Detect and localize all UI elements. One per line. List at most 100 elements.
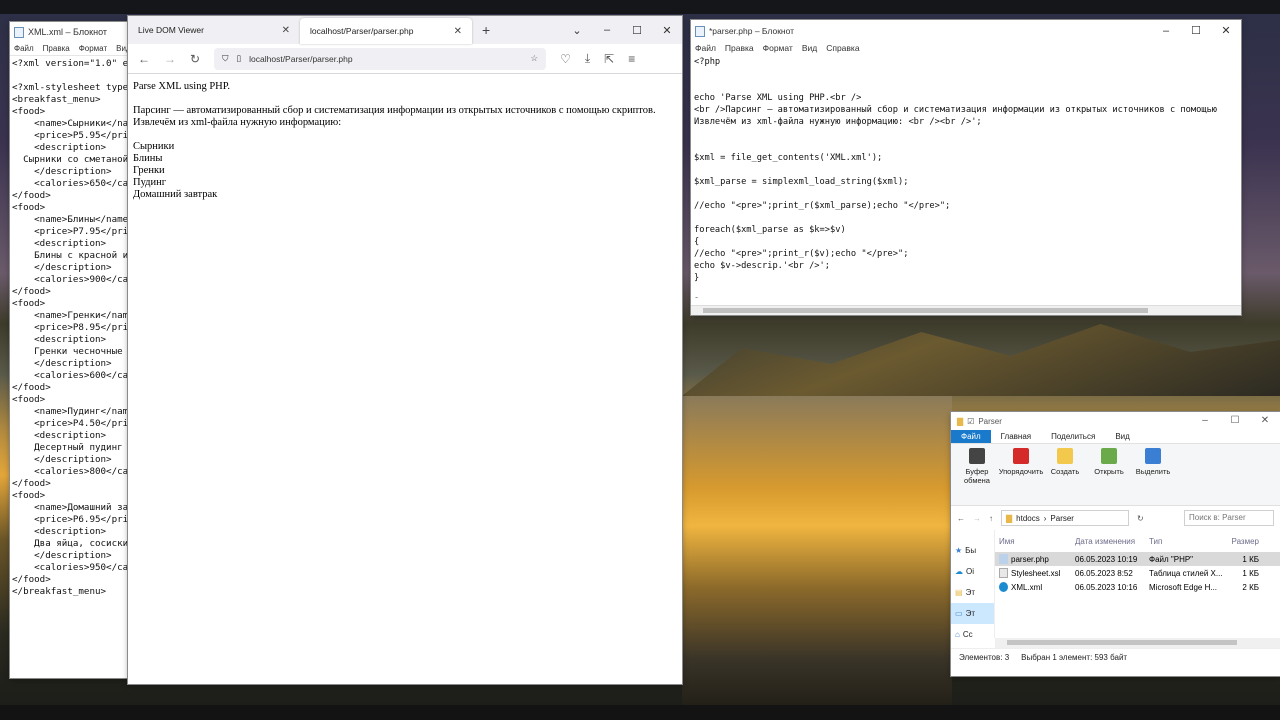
maximize-button[interactable]: ☐	[622, 24, 652, 37]
notepad-icon	[695, 25, 705, 37]
tab-parser[interactable]: localhost/Parser/parser.php ✕	[300, 18, 472, 44]
pocket-icon[interactable]: ♡	[560, 52, 571, 66]
notepad-text-area[interactable]: <?xml version="1.0" en <?xml-stylesheet t…	[10, 56, 130, 600]
menu-view[interactable]: Вид	[802, 43, 817, 53]
menu-icon[interactable]: ≡	[628, 52, 635, 66]
maximize-button[interactable]: ☐	[1181, 20, 1211, 42]
close-icon[interactable]: ✕	[282, 25, 290, 36]
forward-icon[interactable]: →	[164, 52, 176, 66]
quick-access-icon[interactable]: ☑	[967, 417, 974, 426]
notepad-xml-window[interactable]: XML.xml – Блокнот Файл Правка Формат Вид…	[10, 22, 130, 678]
text-line: <calories>650</cal	[12, 178, 130, 189]
text-line: <description>	[12, 334, 107, 345]
text-line: </description>	[12, 166, 112, 177]
text-line: <food>	[12, 394, 46, 405]
breadcrumb-item[interactable]: htdocs	[1016, 514, 1040, 523]
status-selected: Выбран 1 элемент: 593 байт	[1021, 653, 1128, 662]
table-row[interactable]: Stylesheet.xsl 06.05.2023 8:52 Таблица с…	[995, 566, 1280, 580]
nav-item[interactable]: ⌂ Сс	[951, 624, 994, 645]
menu-format[interactable]: Формат	[79, 44, 107, 53]
column-date[interactable]: Дата изменения	[1075, 537, 1149, 546]
search-input[interactable]: Поиск в: Parser	[1184, 510, 1274, 526]
chevron-down-icon[interactable]: ⌄	[562, 24, 592, 37]
text-line	[694, 284, 1238, 296]
forward-icon[interactable]: →	[973, 514, 981, 523]
extensions-icon[interactable]: ⇱	[604, 52, 614, 66]
text-line: //echo "<pre>";print_r($xml_parse);echo …	[694, 201, 951, 211]
bookmark-star-icon[interactable]: ☆	[530, 53, 538, 64]
reload-icon[interactable]: ↻	[190, 52, 200, 66]
tab-live-dom-viewer[interactable]: Live DOM Viewer ✕	[128, 16, 300, 44]
refresh-icon[interactable]: ↻	[1137, 514, 1144, 523]
close-icon[interactable]: ✕	[454, 26, 462, 37]
page-intro-1: Парсинг — автоматизированный сбор и сист…	[133, 105, 656, 116]
column-size[interactable]: Размер	[1229, 537, 1260, 546]
table-row[interactable]: parser.php 06.05.2023 10:19 Файл "PHP" 1…	[995, 552, 1280, 566]
open-button[interactable]: Открыть	[1089, 448, 1129, 501]
organize-button[interactable]: Упорядочить	[999, 448, 1043, 501]
explorer-title-bar[interactable]: ▇ ☑ Parser – ☐ ✕	[951, 412, 1280, 430]
notepad-php-window[interactable]: *parser.php – Блокнот – ☐ ✕ Файл Правка …	[691, 20, 1241, 315]
breadcrumb[interactable]: ▇ htdocs › Parser	[1001, 510, 1129, 526]
ribbon-tab-home[interactable]: Главная	[991, 430, 1041, 443]
notepad-text-area[interactable]: <?php echo 'Parse XML using PHP.<br /> <br…	[691, 54, 1241, 298]
select-button[interactable]: Выделить	[1133, 448, 1173, 501]
table-row[interactable]: XML.xml 06.05.2023 10:16 Microsoft Edge …	[995, 580, 1280, 594]
window-controls: – ☐ ✕	[1190, 412, 1280, 430]
navigation-toolbar: ← → ↻ ⛉ ▯ localhost/Parser/parser.php ☆ …	[128, 44, 682, 74]
text-line: <?php	[694, 57, 721, 67]
select-icon	[1145, 448, 1161, 464]
minimize-button[interactable]: –	[592, 24, 622, 36]
up-icon[interactable]: ↑	[989, 514, 993, 523]
text-line: </description>	[12, 550, 112, 561]
address-bar[interactable]: ⛉ ▯ localhost/Parser/parser.php ☆	[214, 47, 547, 70]
back-icon[interactable]: ←	[957, 514, 965, 523]
file-explorer-window[interactable]: ▇ ☑ Parser – ☐ ✕ Файл Главная Поделиться…	[951, 412, 1280, 676]
ribbon-tab-share[interactable]: Поделиться	[1041, 430, 1105, 443]
navigation-pane: ★ Бы ☁ Oi ▤ Эт ▭ Эт ⌂ Сс	[951, 530, 995, 639]
close-button[interactable]: ✕	[1211, 20, 1241, 42]
nav-item[interactable]: ★ Бы	[951, 540, 994, 561]
menu-format[interactable]: Формат	[763, 43, 793, 53]
nav-item[interactable]: ▤ Эт	[951, 582, 994, 603]
nav-item[interactable]: ▭ Эт	[951, 603, 994, 624]
text-line	[694, 68, 1238, 80]
notepad-title-bar[interactable]: XML.xml – Блокнот	[10, 22, 130, 42]
text-line: </description>	[12, 358, 112, 369]
column-type[interactable]: Тип	[1149, 537, 1229, 546]
nav-item[interactable]: ☁ Oi	[951, 561, 994, 582]
minimize-button[interactable]: –	[1190, 412, 1220, 430]
text-line: </breakfast_menu>	[12, 586, 107, 597]
new-tab-button[interactable]: +	[472, 16, 500, 44]
ribbon-tab-file[interactable]: Файл	[951, 430, 991, 443]
list-item: Домашний завтрак	[133, 189, 218, 200]
column-name[interactable]: Имя	[995, 537, 1075, 546]
menu-help[interactable]: Справка	[826, 43, 859, 53]
horizontal-scrollbar[interactable]	[995, 638, 1280, 648]
download-icon[interactable]: ⤓	[585, 51, 590, 66]
breadcrumb-item[interactable]: Parser	[1050, 514, 1074, 523]
text-line: <calories>900</cal	[12, 274, 130, 285]
text-line: <name>Гренки</name	[12, 310, 130, 321]
maximize-button[interactable]: ☐	[1220, 412, 1250, 430]
browser-window[interactable]: Live DOM Viewer ✕ localhost/Parser/parse…	[128, 16, 682, 684]
text-line: <price>P4.50</pric	[12, 418, 130, 429]
menu-file[interactable]: Файл	[14, 44, 34, 53]
clipboard-button[interactable]: Буфер обмена	[957, 448, 997, 501]
text-line: <calories>800</cal	[12, 466, 130, 477]
minimize-button[interactable]: –	[1151, 20, 1181, 42]
menu-edit[interactable]: Правка	[43, 44, 70, 53]
menu-edit[interactable]: Правка	[725, 43, 754, 53]
notepad-menu-bar: Файл Правка Формат Вид Справка	[691, 42, 1241, 54]
menu-file[interactable]: Файл	[695, 43, 716, 53]
scrollbar-thumb[interactable]	[1007, 640, 1237, 645]
scrollbar-thumb[interactable]	[703, 308, 1148, 313]
close-button[interactable]: ✕	[1250, 412, 1280, 430]
ribbon-tab-view[interactable]: Вид	[1105, 430, 1139, 443]
create-button[interactable]: Создать	[1045, 448, 1085, 501]
shield-icon[interactable]: ⛉	[222, 53, 228, 64]
close-button[interactable]: ✕	[652, 24, 682, 37]
back-icon[interactable]: ←	[138, 52, 150, 66]
horizontal-scrollbar[interactable]	[691, 305, 1241, 315]
text-line: </food>	[12, 478, 51, 489]
